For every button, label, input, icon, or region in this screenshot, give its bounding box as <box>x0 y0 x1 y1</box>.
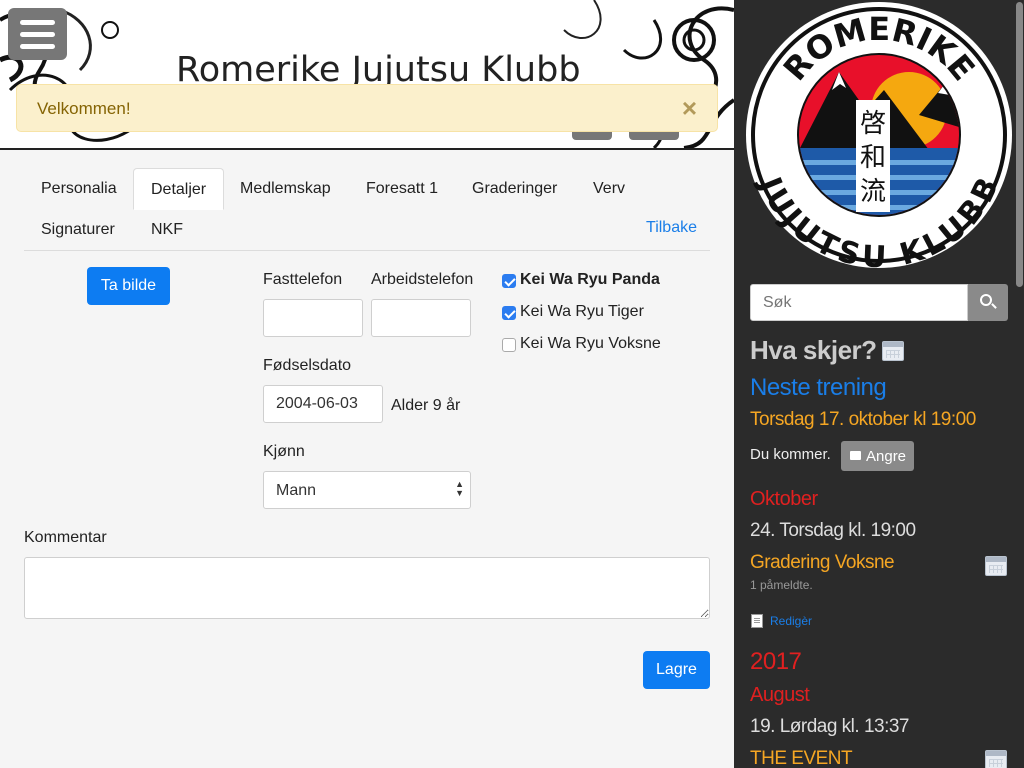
event-date: 19. Lørdag kl. 13:37 <box>750 716 910 737</box>
checkbox-tiger-label[interactable]: Kei Wa Ryu Tiger <box>520 303 644 321</box>
checkbox-tiger[interactable] <box>502 306 516 320</box>
menu-icon-bar <box>20 31 55 37</box>
whats-on-heading: Hva skjer? <box>750 335 877 365</box>
undo-button-label: Angre <box>866 448 907 465</box>
menu-icon-bar <box>20 43 55 49</box>
edit-document-icon <box>751 614 763 628</box>
next-training-heading: Neste trening <box>750 374 887 401</box>
gender-select[interactable]: Mann ▲ ▼ <box>263 471 471 509</box>
gender-label: Kjønn <box>263 443 305 460</box>
club-logo: 啓 和 流 ROMERIKE JUJUTSU KLUBB <box>746 2 1012 270</box>
logo-kanji-2: 和 <box>860 143 886 173</box>
birthdate-label: Fødselsdato <box>263 357 352 374</box>
tab-foresatt[interactable]: Foresatt 1 <box>349 168 455 209</box>
logo-kanji-3: 流 <box>860 177 886 207</box>
landline-input[interactable] <box>263 299 363 337</box>
close-icon[interactable]: × <box>682 95 697 121</box>
edit-link[interactable]: Redigèr <box>770 614 812 628</box>
event-title-link[interactable]: THE EVENT <box>750 748 853 768</box>
undo-attendance-button[interactable]: Angre <box>841 441 914 471</box>
tab-medlemskap[interactable]: Medlemskap <box>223 168 348 209</box>
checkbox-panda-label[interactable]: Kei Wa Ryu Panda <box>520 271 660 289</box>
event-title-link[interactable]: Gradering Voksne <box>750 552 895 574</box>
search-icon-handle <box>991 303 997 309</box>
calendar-icon[interactable] <box>985 750 1007 768</box>
calendar-icon[interactable] <box>985 556 1007 576</box>
hamburger-menu-button[interactable] <box>8 8 67 60</box>
member-tabs: Personalia Detaljer Medlemskap Foresatt … <box>24 168 710 251</box>
checkbox-voksne-label[interactable]: Kei Wa Ryu Voksne <box>520 335 661 353</box>
tab-signaturer[interactable]: Signaturer <box>24 209 132 250</box>
checkbox-panda[interactable] <box>502 274 516 288</box>
year-heading: 2017 <box>750 648 802 675</box>
attending-text: Du kommer. <box>750 446 831 463</box>
menu-icon-bar <box>20 19 55 25</box>
next-training-date: Torsdag 17. oktober kl 19:00 <box>750 409 976 430</box>
search-button[interactable] <box>968 284 1008 321</box>
month-heading-october: Oktober <box>750 488 818 510</box>
tab-detaljer[interactable]: Detaljer <box>133 168 225 210</box>
event-date: 24. Torsdag kl. 19:00 <box>750 520 916 541</box>
checkbox-voksne[interactable] <box>502 338 516 352</box>
tab-nkf[interactable]: NKF <box>134 209 200 250</box>
landline-label: Fasttelefon <box>263 271 343 288</box>
comment-label: Kommentar <box>24 529 107 546</box>
comment-textarea[interactable] <box>24 557 710 619</box>
welcome-alert: Velkommen! × <box>16 84 718 132</box>
take-photo-button[interactable]: Ta bilde <box>87 267 170 305</box>
thumbs-down-icon <box>850 451 861 460</box>
tab-personalia[interactable]: Personalia <box>24 168 134 209</box>
age-text: Alder 9 år <box>391 397 461 414</box>
sidebar-scroll-thumb[interactable] <box>1016 2 1023 287</box>
work-phone-label: Arbeidstelefon <box>371 271 474 288</box>
logo-kanji-1: 啓 <box>860 109 886 139</box>
search-input[interactable] <box>750 284 968 321</box>
event-signups: 1 påmeldte. <box>750 578 813 592</box>
work-phone-input[interactable] <box>371 299 471 337</box>
back-link[interactable]: Tilbake <box>646 219 697 237</box>
tab-verv[interactable]: Verv <box>576 168 642 209</box>
alert-message: Velkommen! <box>37 99 131 118</box>
main-content: Romerike Jujutsu Klubb Velkommen! × Pers… <box>0 0 734 768</box>
select-arrows-icon: ▲ ▼ <box>455 479 464 498</box>
gender-selected-value: Mann <box>276 482 317 499</box>
save-button[interactable]: Lagre <box>643 651 710 689</box>
birthdate-input[interactable] <box>263 385 383 423</box>
tab-graderinger[interactable]: Graderinger <box>455 168 574 209</box>
month-heading-august: August <box>750 684 810 706</box>
calendar-icon[interactable] <box>882 341 904 361</box>
